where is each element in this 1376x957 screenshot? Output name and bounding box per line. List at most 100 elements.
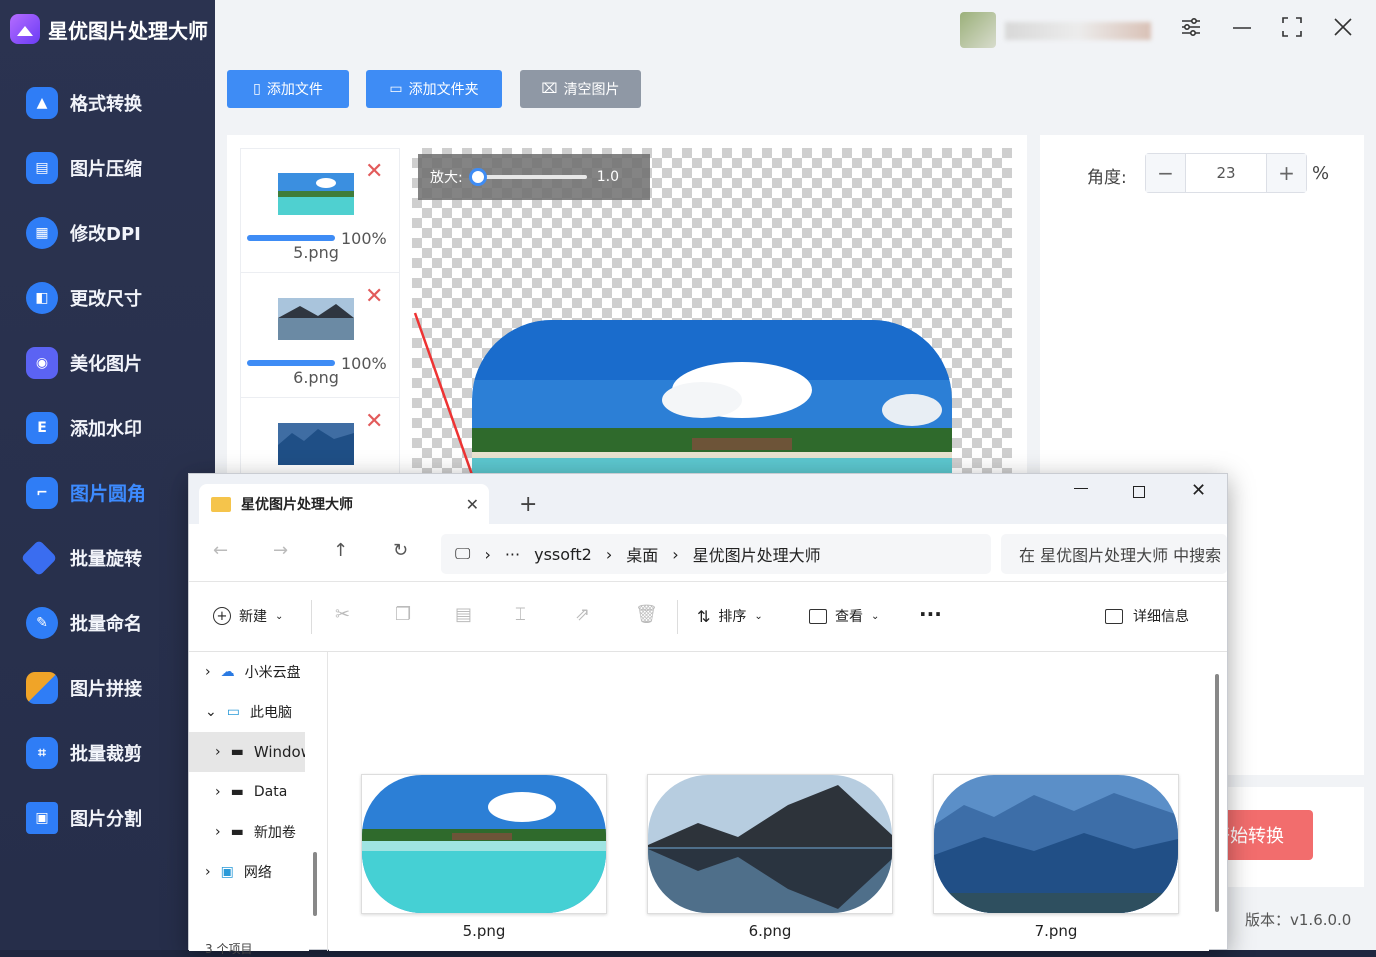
list-item[interactable]: ✕ bbox=[241, 399, 399, 479]
sidebar-item-round-corner[interactable]: ⌐ 图片圆角 bbox=[0, 460, 215, 525]
nav-item-windows[interactable]: › ▬ Windows bbox=[189, 732, 305, 772]
nav-item-network[interactable]: › ▣ 网络 bbox=[189, 852, 307, 892]
breadcrumb-item[interactable]: 星优图片处理大师 bbox=[693, 542, 821, 566]
zoom-label: 放大: bbox=[430, 170, 463, 186]
decrement-button[interactable]: − bbox=[1146, 154, 1186, 192]
sidebar-nav: ▲ 格式转换 ▤ 图片压缩 ▦ 修改DPI ◧ 更改尺寸 ◉ 美化图片 E 添加… bbox=[0, 70, 215, 850]
minimize-icon[interactable] bbox=[1074, 488, 1088, 489]
rename-icon: ✎ bbox=[26, 606, 58, 639]
details-label: 详细信息 bbox=[1133, 609, 1189, 625]
cut-icon[interactable]: ✂ bbox=[335, 604, 350, 625]
search-input[interactable]: 在 星优图片处理大师 中搜索 bbox=[1001, 534, 1227, 574]
file-tile-6[interactable] bbox=[647, 774, 893, 914]
add-folder-button[interactable]: ▭ 添加文件夹 bbox=[366, 70, 502, 108]
remove-icon[interactable]: ✕ bbox=[365, 411, 383, 433]
more-options-icon[interactable]: ··· bbox=[919, 602, 942, 626]
address-bar[interactable]: 🖵 › ··· yssoft2 › 桌面 › 星优图片处理大师 bbox=[441, 534, 991, 574]
file-name-6[interactable]: 6.png bbox=[647, 922, 893, 940]
sidebar-item-crop[interactable]: ⌗ 批量裁剪 bbox=[0, 720, 215, 785]
sidebar-item-stitch[interactable]: 图片拼接 bbox=[0, 655, 215, 720]
remove-icon[interactable]: ✕ bbox=[365, 161, 383, 183]
nav-item-label: 小米云盘 bbox=[244, 665, 301, 681]
breadcrumb-item[interactable]: 桌面 bbox=[626, 542, 658, 566]
new-tab-icon[interactable]: + bbox=[519, 492, 537, 517]
thumbnail-beach bbox=[278, 173, 354, 215]
sidebar-item-label: 添加水印 bbox=[70, 418, 142, 440]
file-name: 6.png bbox=[293, 368, 339, 387]
sidebar-item-beautify[interactable]: ◉ 美化图片 bbox=[0, 330, 215, 395]
delete-icon[interactable]: 🗑 bbox=[635, 604, 658, 625]
sidebar-item-watermark[interactable]: E 添加水印 bbox=[0, 395, 215, 460]
add-file-button[interactable]: ▯ 添加文件 bbox=[227, 70, 349, 108]
zoom-slider[interactable] bbox=[468, 168, 587, 186]
increment-button[interactable]: + bbox=[1266, 154, 1306, 192]
angle-input[interactable]: 23 bbox=[1186, 154, 1266, 192]
thumbnail-mountain-lake bbox=[278, 298, 354, 340]
close-tab-icon[interactable]: ✕ bbox=[466, 495, 479, 514]
sort-button[interactable]: ⇅ 排序 ⌄ bbox=[697, 606, 763, 626]
clear-images-button[interactable]: ⌧ 清空图片 bbox=[520, 70, 641, 108]
details-button[interactable]: 详细信息 bbox=[1105, 606, 1189, 626]
dpi-icon: ▦ bbox=[26, 216, 58, 249]
up-icon[interactable]: ↑ bbox=[333, 540, 348, 561]
sidebar-item-compress[interactable]: ▤ 图片压缩 bbox=[0, 135, 215, 200]
file-tile-7[interactable] bbox=[933, 774, 1179, 914]
nav-item-new-volume[interactable]: › ▬ 新加卷 bbox=[189, 812, 307, 852]
share-icon[interactable]: ⇗ bbox=[575, 604, 590, 625]
file-name-5[interactable]: 5.png bbox=[361, 922, 607, 940]
sidebar-item-split[interactable]: ▣ 图片分割 bbox=[0, 785, 215, 850]
more-icon[interactable]: ··· bbox=[505, 545, 520, 564]
compress-icon: ▤ bbox=[26, 151, 58, 184]
close-icon[interactable]: ✕ bbox=[1191, 480, 1206, 501]
copy-icon[interactable]: ❐ bbox=[395, 604, 411, 625]
file-tile-5[interactable] bbox=[361, 774, 607, 914]
image-7-thumbnail bbox=[934, 775, 1178, 913]
minimize-icon[interactable] bbox=[1231, 16, 1253, 44]
sidebar-item-rotate[interactable]: 批量旋转 bbox=[0, 525, 215, 590]
cmd-divider bbox=[311, 600, 312, 634]
settings-icon[interactable] bbox=[1180, 16, 1202, 44]
angle-stepper[interactable]: − 23 + bbox=[1145, 153, 1307, 193]
breadcrumb-item[interactable]: yssoft2 bbox=[534, 545, 592, 564]
sidebar-item-dpi[interactable]: ▦ 修改DPI bbox=[0, 200, 215, 265]
sidebar-item-resize[interactable]: ◧ 更改尺寸 bbox=[0, 265, 215, 330]
view-button[interactable]: 查看 ⌄ bbox=[809, 606, 879, 626]
file-name-7[interactable]: 7.png bbox=[933, 922, 1179, 940]
sidebar-item-label: 格式转换 bbox=[70, 93, 142, 115]
file-icon: ▯ bbox=[253, 81, 261, 97]
nav-scrollbar[interactable] bbox=[313, 852, 317, 916]
new-button[interactable]: + 新建 ⌄ bbox=[213, 606, 283, 626]
refresh-icon[interactable]: ↻ bbox=[393, 540, 408, 561]
fullscreen-icon[interactable] bbox=[1281, 16, 1303, 44]
avatar[interactable] bbox=[960, 12, 996, 48]
explorer-tabbar: 星优图片处理大师 ✕ + ✕ bbox=[189, 474, 1227, 524]
file-explorer-window: 星优图片处理大师 ✕ + ✕ ← → ↑ ↻ 🖵 › ··· yssoft2 ›… bbox=[188, 473, 1228, 956]
sidebar-item-format-convert[interactable]: ▲ 格式转换 bbox=[0, 70, 215, 135]
zoom-slider-handle[interactable] bbox=[468, 168, 487, 186]
nav-item-this-pc[interactable]: ⌄ ▭ 此电脑 bbox=[189, 692, 307, 732]
explorer-tab[interactable]: 星优图片处理大师 ✕ bbox=[199, 484, 489, 524]
rename-icon[interactable]: ⌶ bbox=[515, 604, 526, 625]
sidebar-item-label: 修改DPI bbox=[70, 223, 141, 245]
chevron-right-icon: › bbox=[672, 544, 679, 564]
list-item[interactable]: ✕ 100% 6.png bbox=[241, 274, 399, 398]
sidebar: 星优图片处理大师 ▲ 格式转换 ▤ 图片压缩 ▦ 修改DPI ◧ 更改尺寸 ◉ … bbox=[0, 0, 215, 950]
content-scrollbar[interactable] bbox=[1215, 674, 1219, 912]
maximize-icon[interactable] bbox=[1133, 486, 1145, 498]
sidebar-item-label: 图片分割 bbox=[70, 808, 142, 830]
nav-item-data[interactable]: › ▬ Data bbox=[189, 772, 307, 812]
progress-bar bbox=[247, 360, 335, 366]
file-name: 5.png bbox=[293, 243, 339, 262]
back-icon[interactable]: ← bbox=[213, 540, 228, 561]
drive-icon: ▬ bbox=[230, 824, 244, 840]
close-icon[interactable] bbox=[1332, 16, 1354, 44]
remove-icon[interactable]: ✕ bbox=[365, 286, 383, 308]
nav-item-label: 此电脑 bbox=[249, 705, 292, 721]
list-item[interactable]: ✕ 100% 5.png bbox=[241, 149, 399, 273]
nav-item-cloud[interactable]: › ☁ 小米云盘 bbox=[189, 652, 307, 692]
sidebar-item-rename[interactable]: ✎ 批量命名 bbox=[0, 590, 215, 655]
status-bar-text: 3 个项目 bbox=[205, 942, 253, 956]
paste-icon[interactable]: ▤ bbox=[455, 604, 472, 625]
forward-icon[interactable]: → bbox=[273, 540, 288, 561]
zoom-value: 1.0 bbox=[596, 169, 619, 185]
